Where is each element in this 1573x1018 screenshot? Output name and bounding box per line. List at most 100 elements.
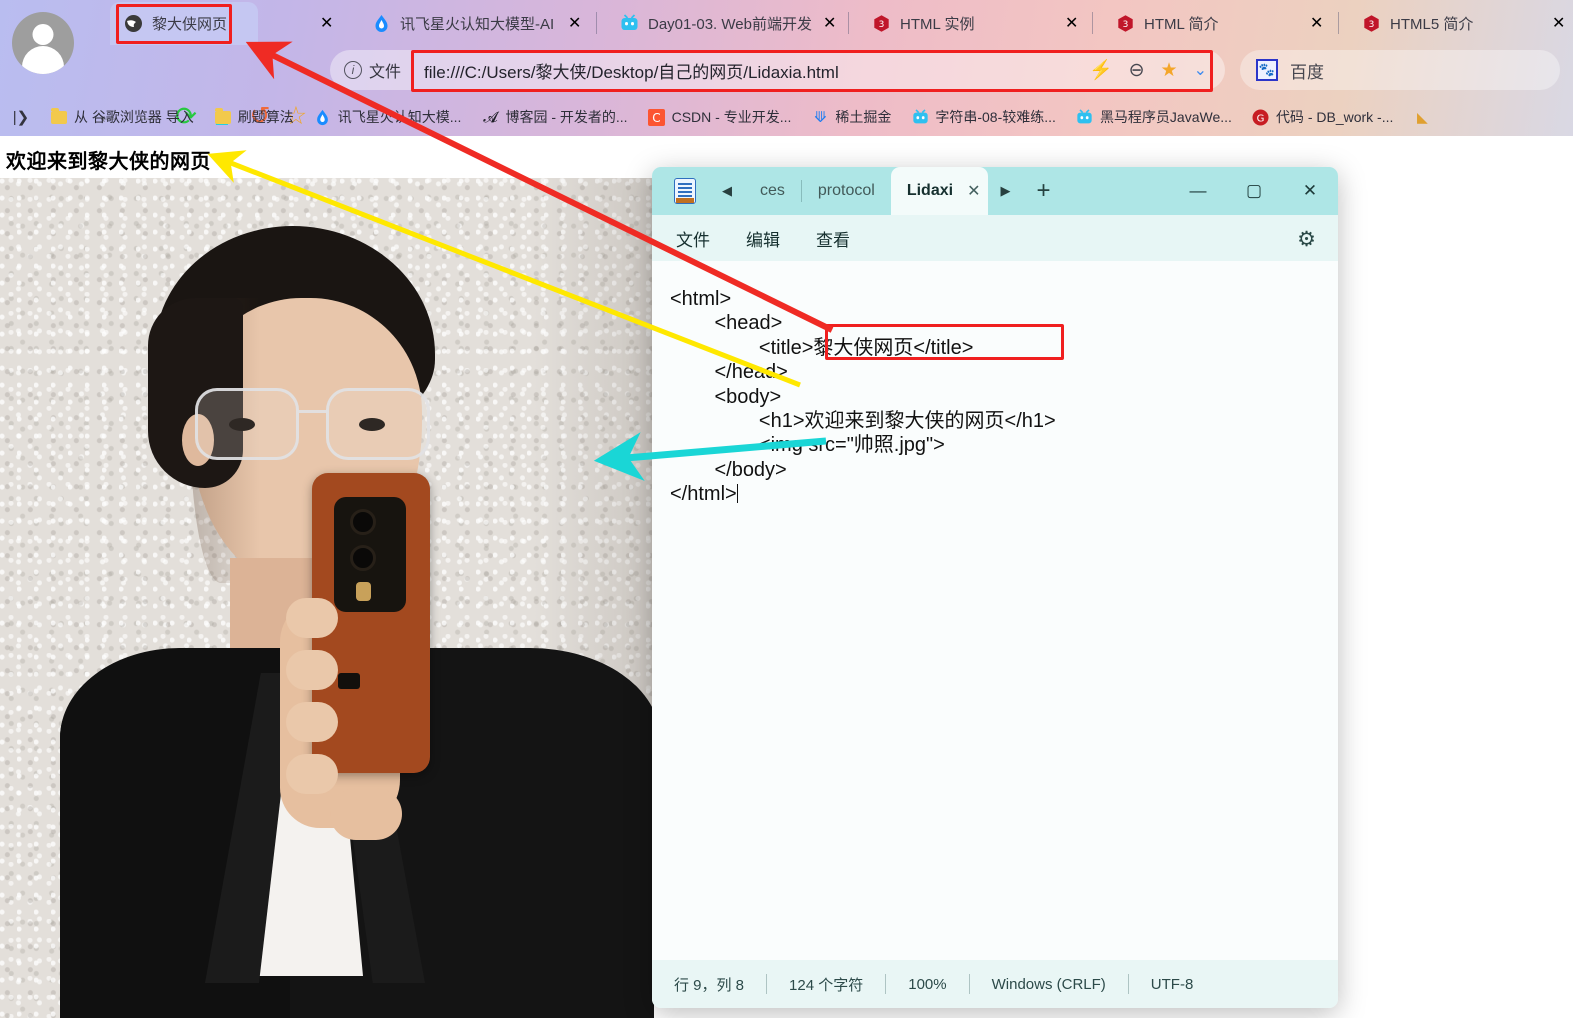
notepad-tab-close-2[interactable]: ✕ [967, 181, 980, 201]
notepad-tab-label-2: Lidaxi [906, 182, 954, 199]
status-zoom: 100% [908, 975, 947, 993]
status-encoding: UTF-8 [1150, 975, 1194, 993]
notepad-tabs-scroll-right[interactable]: ▶ [988, 167, 1022, 215]
chevron-left-icon: |❯ [12, 109, 30, 126]
bookmark-label-6: 字符串-08-较难练... [935, 109, 1056, 125]
partial-bookmark-icon: ◣ [1417, 108, 1428, 125]
subject-eye-right [359, 418, 385, 431]
gear-icon[interactable]: ⚙ [1297, 227, 1316, 252]
csdn-icon: C [648, 108, 666, 126]
code-line-7: <img src="帅照.jpg"> [670, 434, 945, 457]
svg-text:3: 3 [1123, 20, 1129, 30]
glasses-bridge [299, 410, 327, 413]
text-caret [736, 484, 739, 504]
url-action-icons: ⚡ ⊖ ★ ⌄ [1089, 58, 1225, 82]
bookmark-item-2[interactable]: 讯飞星火认知大模... [304, 107, 472, 127]
browser-tab-label-4: HTML 简介 [1144, 16, 1219, 33]
menu-edit[interactable]: 编辑 [746, 226, 780, 251]
bilibili-icon [911, 108, 929, 126]
bookmark-item-3[interactable]: 𝓐 博客园 - 开发者的... [471, 107, 637, 127]
svg-text:C: C [652, 111, 660, 125]
browser-tab-2[interactable]: Day01-03. Web前端开发 [606, 2, 821, 45]
notepad-tabs-scroll-left[interactable]: ◀ [710, 167, 744, 215]
code-line-8: </body> [670, 458, 787, 481]
browser-tab-close-2[interactable]: ✕ [823, 13, 836, 33]
bookmark-item-7[interactable]: 黑马程序员JavaWe... [1066, 107, 1242, 127]
code-line-3: <title>黎大侠网页</title> [670, 336, 974, 359]
browser-tab-close-0[interactable]: ✕ [320, 13, 333, 33]
status-char-count: 124 个字符 [789, 976, 864, 994]
phone-camera-module [334, 497, 406, 612]
status-position: 行 9，列 8 [674, 976, 745, 994]
code-line-1: <html> [670, 288, 732, 310]
bookmark-label-8: 代码 - DB_work -... [1275, 109, 1394, 125]
browser-tab-4[interactable]: 3 HTML 简介 [1102, 2, 1287, 45]
browser-tab-close-1[interactable]: ✕ [568, 13, 581, 33]
search-box[interactable]: 🐾 百度 [1240, 50, 1560, 90]
zoom-out-icon[interactable]: ⊖ [1129, 59, 1145, 82]
lightning-icon[interactable]: ⚡ [1089, 58, 1113, 82]
url-input[interactable]: file:///C:/Users/黎大侠/Desktop/自己的网页/Lidax… [424, 58, 1089, 83]
subject-finger [286, 754, 338, 794]
notepad-tab-label-1: protocol [817, 182, 875, 199]
bookmark-item-4[interactable]: C CSDN - 专业开发... [638, 107, 802, 127]
bookmark-item-6[interactable]: 字符串-08-较难练... [901, 107, 1066, 127]
bookmarks-overflow-button[interactable]: |❯ [8, 108, 40, 126]
subject-finger [286, 650, 338, 690]
browser-tab-close-4[interactable]: ✕ [1310, 13, 1323, 33]
bookmark-label-0: 从 谷歌浏览器 导入 [74, 109, 194, 125]
bookmark-label-2: 讯飞星火认知大模... [337, 109, 462, 125]
notepad-titlebar: ◀ ces protocol Lidaxi ✕ ▶ + — ▢ ✕ [652, 167, 1338, 215]
bookmark-item-5[interactable]: ⟱ 稀土掘金 [801, 107, 901, 127]
code-line-9-text: </html> [670, 483, 737, 506]
subject-finger [286, 702, 338, 742]
phone-logo [338, 673, 360, 689]
runoob-icon: 3 [1116, 14, 1135, 33]
url-divider [413, 59, 415, 81]
browser-tab-1[interactable]: 讯飞星火认知大模型-AI大 [358, 2, 563, 45]
browser-tab-label-0: 黎大侠网页 [152, 16, 228, 33]
browser-tab-close-5[interactable]: ✕ [1552, 13, 1565, 33]
notepad-tab-0[interactable]: ces [744, 167, 801, 215]
browser-tab-3[interactable]: 3 HTML 实例 [858, 2, 1048, 45]
notepad-tab-2[interactable]: Lidaxi ✕ [890, 167, 989, 215]
menu-view[interactable]: 查看 [816, 226, 850, 251]
code-line-6: <h1>欢迎来到黎大侠的网页</h1> [670, 409, 1056, 432]
bilibili-icon [1076, 108, 1094, 126]
browser-tab-label-3: HTML 实例 [900, 16, 975, 33]
browser-tab-5[interactable]: 3 HTML5 简介 [1348, 2, 1538, 45]
chevron-down-icon[interactable]: ⌄ [1194, 60, 1207, 80]
close-button[interactable]: ✕ [1282, 167, 1338, 215]
browser-tab-0[interactable]: 黎大侠网页 [110, 2, 258, 45]
address-bar[interactable]: i 文件 file:///C:/Users/黎大侠/Desktop/自己的网页/… [330, 50, 1225, 90]
bookmark-item-8[interactable]: G 代码 - DB_work -... [1242, 107, 1403, 127]
phone-camera-lens [350, 509, 376, 535]
notepad-tab-1[interactable]: protocol [802, 167, 891, 215]
bookmark-label-7: 黑马程序员JavaWe... [1099, 109, 1232, 125]
notepad-new-tab-button[interactable]: + [1022, 167, 1064, 215]
browser-tab-close-3[interactable]: ✕ [1065, 13, 1078, 33]
runoob-icon: 3 [872, 14, 891, 33]
browser-tabstrip: 黎大侠网页 ✕ 讯飞星火认知大模型-AI大 ✕ Day01-03. Web前端开… [0, 0, 1573, 45]
bookmark-item-0[interactable]: 从 谷歌浏览器 导入 [40, 107, 204, 127]
photo-subject [30, 178, 654, 1018]
juejin-icon: ⟱ [814, 109, 827, 126]
gitee-icon: G [1252, 108, 1270, 126]
tab-separator [1338, 12, 1339, 34]
search-engine-label: 百度 [1290, 62, 1324, 82]
notepad-menubar: 文件 编辑 查看 ⚙ [652, 215, 1338, 261]
site-info[interactable]: i 文件 [330, 58, 401, 82]
svg-text:G: G [1257, 113, 1265, 124]
spark-icon [372, 14, 391, 33]
star-icon[interactable]: ★ [1161, 59, 1178, 82]
notepad-editor[interactable]: <html> <head> <title>黎大侠网页</title> </hea… [652, 261, 1338, 960]
menu-file[interactable]: 文件 [676, 226, 710, 251]
maximize-button[interactable]: ▢ [1226, 167, 1282, 215]
code-line-2: <head> [670, 312, 783, 335]
bookmark-item-partial[interactable]: ◣ [1403, 108, 1441, 126]
minimize-button[interactable]: — [1170, 167, 1226, 215]
screen: 黎大侠网页 ✕ 讯飞星火认知大模型-AI大 ✕ Day01-03. Web前端开… [0, 0, 1573, 1018]
bookmark-item-1[interactable]: 刷题算法 [204, 107, 304, 127]
bookmark-label-3: 博客园 - 开发者的... [505, 109, 628, 125]
code-line-5: <body> [670, 385, 782, 408]
